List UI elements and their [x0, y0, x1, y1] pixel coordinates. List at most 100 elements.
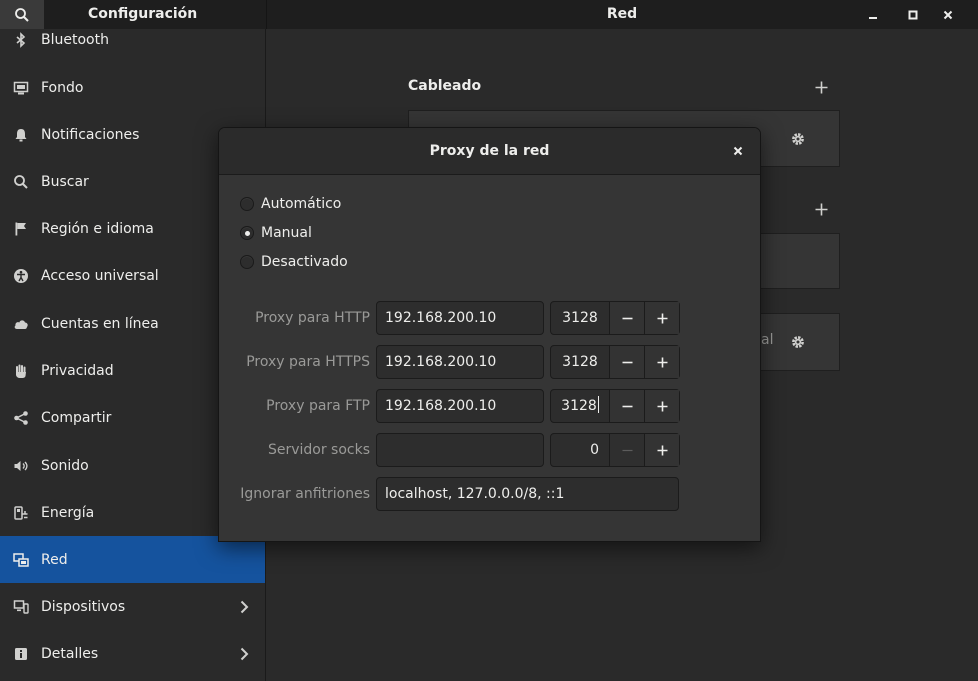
close-icon: [943, 10, 953, 20]
port-value: 3128: [562, 354, 598, 370]
sidebar-item-fondo[interactable]: Fondo: [0, 64, 265, 111]
increment-button[interactable]: [644, 434, 679, 466]
radio-label: Manual: [261, 225, 312, 241]
app-title: Configuración: [88, 6, 198, 22]
flag-icon: [13, 221, 29, 237]
sidebar-item-label: Dispositivos: [41, 598, 126, 615]
https-proxy-label: Proxy para HTTPS: [246, 354, 370, 370]
sidebar-item-label: Bluetooth: [41, 31, 109, 48]
close-button[interactable]: [937, 4, 959, 26]
minimize-button[interactable]: [862, 4, 884, 26]
plus-icon: [657, 445, 667, 455]
port-value: 3128: [562, 310, 598, 326]
minus-icon: [622, 449, 632, 451]
sidebar-item-label: Fondo: [41, 79, 84, 96]
sidebar-item-label: Detalles: [41, 645, 99, 662]
chevron-right-icon: [238, 646, 250, 662]
radio-indicator: [240, 255, 254, 269]
ftp-proxy-label: Proxy para FTP: [266, 398, 370, 414]
wired-settings-button[interactable]: [788, 129, 808, 149]
ftp-port-stepper[interactable]: 3128: [550, 389, 680, 423]
power-plug-icon: [13, 505, 29, 521]
port-value: 0: [590, 442, 599, 458]
sidebar-item-label: Energía: [41, 504, 95, 521]
radio-manual[interactable]: Manual: [240, 223, 312, 243]
bluetooth-icon: [13, 31, 29, 48]
accessibility-icon: [13, 268, 29, 284]
http-host-input[interactable]: 192.168.200.10: [376, 301, 544, 335]
speaker-icon: [13, 458, 29, 474]
dialog-close-button[interactable]: [727, 140, 749, 162]
maximize-icon: [908, 10, 918, 20]
sidebar-item-label: Región e idioma: [41, 220, 154, 237]
ignore-hosts-input[interactable]: localhost, 127.0.0.0/8, ::1: [376, 477, 679, 511]
radio-indicator: [240, 197, 254, 211]
minimize-icon: [869, 17, 877, 19]
decrement-button[interactable]: [609, 302, 644, 334]
text-cursor: [597, 396, 599, 413]
proxy-settings-button[interactable]: [788, 332, 808, 352]
sidebar-item-detalles[interactable]: Detalles: [0, 630, 265, 677]
sidebar-item-red[interactable]: Red: [0, 536, 265, 583]
https-host-input[interactable]: 192.168.200.10: [376, 345, 544, 379]
plus-icon: [815, 203, 827, 215]
proxy-status-text: al: [761, 332, 774, 348]
sidebar-item-dispositivos[interactable]: Dispositivos: [0, 583, 265, 630]
decrement-button[interactable]: [609, 390, 644, 422]
radio-disabled[interactable]: Desactivado: [240, 252, 348, 272]
radio-label: Automático: [261, 196, 342, 212]
plus-icon: [657, 401, 667, 411]
cloud-icon: [13, 316, 29, 332]
sidebar-item-label: Cuentas en línea: [41, 315, 159, 332]
port-value: 3128: [551, 390, 609, 422]
port-text: 3128: [561, 398, 597, 414]
info-icon: [13, 646, 29, 662]
header-bar: Configuración Red: [0, 0, 978, 29]
sidebar-item-label: Acceso universal: [41, 267, 159, 284]
https-port-stepper[interactable]: 3128: [550, 345, 680, 379]
http-proxy-label: Proxy para HTTP: [255, 310, 370, 326]
sidebar-item-label: Compartir: [41, 409, 112, 426]
share-icon: [13, 410, 29, 426]
radio-label: Desactivado: [261, 254, 348, 270]
bell-icon: [13, 127, 29, 143]
plus-icon: [657, 357, 667, 367]
sidebar-item-label: Sonido: [41, 457, 89, 474]
radio-automatic[interactable]: Automático: [240, 194, 341, 214]
proxy-dialog: Proxy de la red Automático Manual Desact…: [218, 127, 761, 542]
sidebar-item-bluetooth[interactable]: Bluetooth: [0, 29, 265, 63]
plus-icon: [657, 313, 667, 323]
radio-indicator: [240, 226, 254, 240]
decrement-button[interactable]: [609, 346, 644, 378]
close-icon: [733, 146, 743, 156]
add-vpn-button[interactable]: [813, 201, 829, 217]
dialog-title: Proxy de la red: [429, 143, 550, 159]
gear-icon: [792, 133, 804, 145]
socks-host-input[interactable]: [376, 433, 544, 467]
gear-icon: [792, 336, 804, 348]
socks-port-stepper[interactable]: 0: [550, 433, 680, 467]
search-icon: [15, 7, 29, 22]
add-wired-button[interactable]: [813, 79, 829, 95]
increment-button[interactable]: [644, 346, 679, 378]
decrement-button[interactable]: [609, 434, 644, 466]
increment-button[interactable]: [644, 390, 679, 422]
ftp-host-input[interactable]: 192.168.200.10: [376, 389, 544, 423]
devices-icon: [13, 599, 29, 615]
wired-section-title: Cableado: [408, 78, 482, 94]
minus-icon: [622, 317, 632, 319]
ignore-hosts-label: Ignorar anfitriones: [240, 486, 370, 502]
http-port-stepper[interactable]: 3128: [550, 301, 680, 335]
sidebar-item-label: Red: [41, 551, 68, 568]
sidebar-item-label: Notificaciones: [41, 126, 140, 143]
hand-icon: [13, 363, 29, 379]
sidebar-item-label: Buscar: [41, 173, 89, 190]
search-button[interactable]: [0, 0, 44, 29]
plus-icon: [815, 81, 827, 93]
minus-icon: [622, 405, 632, 407]
maximize-button[interactable]: [902, 4, 924, 26]
increment-button[interactable]: [644, 302, 679, 334]
dialog-header: Proxy de la red: [219, 128, 760, 175]
background-icon: [13, 80, 29, 96]
sidebar-item-label: Privacidad: [41, 362, 114, 379]
